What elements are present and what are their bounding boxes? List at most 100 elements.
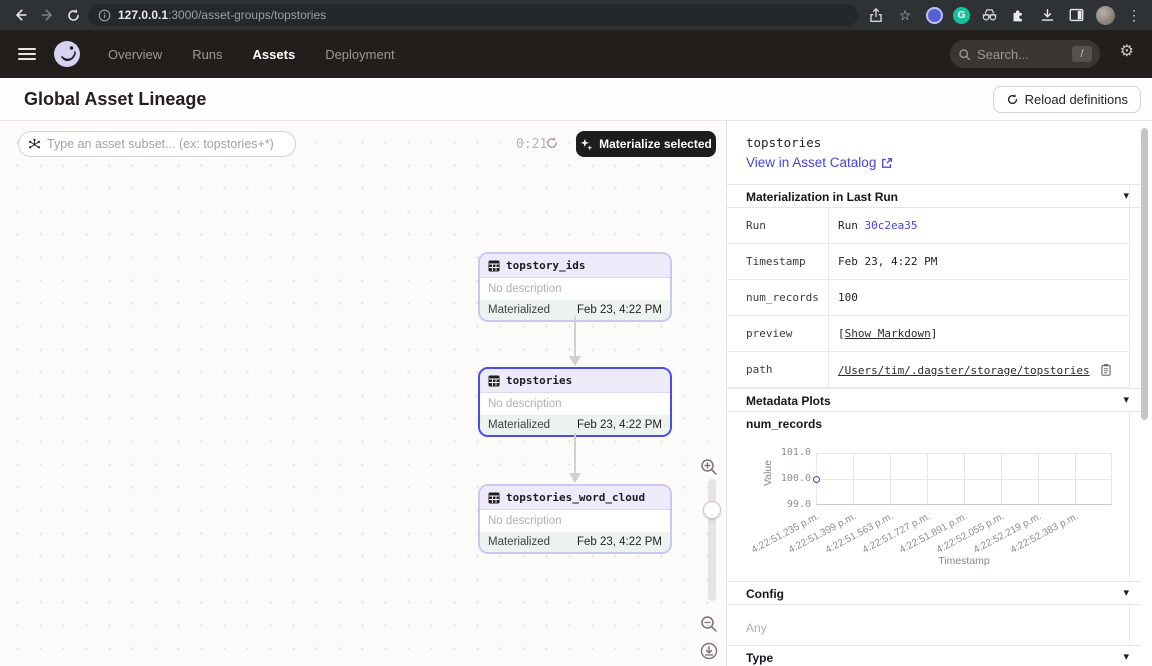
view-in-asset-catalog-link[interactable]: View in Asset Catalog <box>746 155 893 170</box>
address-bar[interactable]: 127.0.0.1:3000/asset-groups/topstories <box>88 4 858 26</box>
details-scrollbar[interactable] <box>1141 128 1148 420</box>
reload-icon <box>1006 93 1019 106</box>
chart-x-axis-label: Timestamp <box>816 555 1112 567</box>
browser-reload-icon[interactable] <box>60 2 86 28</box>
zoom-in-icon[interactable] <box>700 458 718 481</box>
asset-node-status: Materialized <box>488 304 550 316</box>
asset-filter-box[interactable] <box>18 131 296 157</box>
asset-node-description: No description <box>480 393 670 415</box>
plot-title: num_records <box>746 417 822 431</box>
nav-item-deployment[interactable]: Deployment <box>325 47 394 62</box>
nav-links: Overview Runs Assets Deployment <box>108 47 395 62</box>
table-icon <box>488 260 500 272</box>
edge-arrow <box>565 433 585 484</box>
url-text: 127.0.0.1:3000/asset-groups/topstories <box>118 8 326 22</box>
external-link-icon <box>881 157 893 169</box>
nav-item-runs[interactable]: Runs <box>192 47 222 62</box>
asset-node-status: Materialized <box>488 419 550 431</box>
metadata-row-timestamp: Timestamp Feb 23, 4:22 PM <box>727 244 1129 280</box>
copy-clipboard-icon[interactable] <box>1100 363 1112 376</box>
bookmark-star-icon[interactable]: ☆ <box>895 5 915 25</box>
show-markdown-link[interactable]: Show Markdown <box>845 327 931 340</box>
data-point[interactable] <box>813 476 820 483</box>
table-icon <box>488 375 500 387</box>
asset-node-topstories-word-cloud[interactable]: topstories_word_cloud No description Mat… <box>478 484 672 554</box>
asset-node-title: topstory_ids <box>506 259 585 272</box>
materialize-selected-button[interactable]: Materialize selected <box>576 131 716 157</box>
browser-menu-icon[interactable]: ⋮ <box>1124 5 1144 25</box>
browser-profile-avatar[interactable] <box>1095 5 1115 25</box>
site-info-icon[interactable] <box>98 9 111 22</box>
browser-chrome: 127.0.0.1:3000/asset-groups/topstories ☆… <box>0 0 1152 30</box>
nav-item-overview[interactable]: Overview <box>108 47 162 62</box>
asset-node-timestamp: Feb 23, 4:22 PM <box>577 304 662 316</box>
section-metadata-plots[interactable]: Metadata Plots ▾ <box>727 388 1141 412</box>
downloads-icon[interactable] <box>1037 5 1057 25</box>
browser-toolbar-icons: ☆ G ⋮ <box>866 0 1152 30</box>
share-icon[interactable] <box>866 5 886 25</box>
section-config[interactable]: Config ▾ <box>727 581 1141 605</box>
metadata-row-preview: preview [Show Markdown] <box>727 316 1129 352</box>
asset-node-topstories[interactable]: topstories No description Materialized Fe… <box>478 367 672 437</box>
table-icon <box>488 492 500 504</box>
x-tick: 4:22:52.383 p.m. <box>1009 511 1080 556</box>
y-tick: 99.0 <box>767 499 811 510</box>
asset-node-title: topstories_word_cloud <box>506 491 645 504</box>
extension-grammarly-icon[interactable]: G <box>953 7 970 24</box>
asset-graph-panel: 0:21 Materialize selected topstory_ids N… <box>0 121 726 666</box>
zoom-slider-handle[interactable] <box>703 501 721 519</box>
chart-plot-area <box>816 453 1112 505</box>
collapse-caret-icon[interactable]: ▾ <box>1123 393 1129 406</box>
browser-forward-icon[interactable] <box>34 2 60 28</box>
global-search[interactable]: Search... / <box>950 40 1100 68</box>
asset-node-title: topstories <box>506 374 572 387</box>
reload-definitions-button[interactable]: Reload definitions <box>993 86 1141 113</box>
selected-asset-name: topstories <box>746 135 821 150</box>
page-header: Global Asset Lineage Reload definitions <box>0 78 1152 121</box>
nav-item-assets[interactable]: Assets <box>253 47 296 62</box>
extension-incognito-icon[interactable] <box>979 5 999 25</box>
extension-1password-icon[interactable] <box>924 5 944 25</box>
zoom-out-icon[interactable] <box>700 615 718 638</box>
browser-back-icon[interactable] <box>8 2 34 28</box>
section-materialization[interactable]: Materialization in Last Run ▾ <box>727 184 1141 208</box>
asset-details-panel: topstories View in Asset Catalog Materia… <box>726 121 1152 666</box>
extensions-puzzle-icon[interactable] <box>1008 5 1028 25</box>
page-title: Global Asset Lineage <box>24 89 206 110</box>
metadata-row-run: Run Run 30c2ea35 <box>727 208 1129 244</box>
sidepanel-icon[interactable] <box>1066 5 1086 25</box>
graph-query-icon <box>28 138 41 151</box>
config-value: Any <box>746 621 767 635</box>
collapse-caret-icon[interactable]: ▾ <box>1123 586 1129 599</box>
asset-node-timestamp: Feb 23, 4:22 PM <box>577 536 662 548</box>
dagster-logo[interactable] <box>52 39 82 69</box>
collapse-caret-icon[interactable]: ▾ <box>1123 650 1129 663</box>
metadata-row-path: path /Users/tim/.dagster/storage/topstor… <box>727 352 1129 388</box>
search-placeholder: Search... <box>977 47 1072 62</box>
y-tick: 101.0 <box>767 447 811 458</box>
edge-arrow <box>565 316 585 367</box>
search-icon <box>958 48 971 61</box>
graph-refresh-icon[interactable] <box>545 136 559 155</box>
query-timer: 0:21 <box>516 137 547 152</box>
asset-node-status: Materialized <box>488 536 550 548</box>
materialize-selected-label: Materialize selected <box>599 137 712 151</box>
search-shortcut-badge: / <box>1072 46 1092 62</box>
run-id-link[interactable]: 30c2ea35 <box>865 219 918 232</box>
zoom-slider-track[interactable] <box>708 479 716 601</box>
zoom-to-fit-icon[interactable] <box>700 642 718 665</box>
y-tick: 100.0 <box>767 473 811 484</box>
asset-node-timestamp: Feb 23, 4:22 PM <box>577 419 662 431</box>
settings-gear-icon[interactable]: ⚙ <box>1120 44 1134 60</box>
asset-node-topstory-ids[interactable]: topstory_ids No description Materialized… <box>478 252 672 322</box>
hamburger-menu-icon[interactable] <box>18 45 36 63</box>
num-records-chart: Value 101.0 100.0 99.0 4:22:51.235 p.m. … <box>727 443 1152 575</box>
reload-definitions-label: Reload definitions <box>1025 92 1128 107</box>
app-navbar: Overview Runs Assets Deployment Search..… <box>0 30 1152 78</box>
sparkle-icon <box>580 138 593 151</box>
section-type[interactable]: Type ▾ <box>727 645 1141 666</box>
path-link[interactable]: /Users/tim/.dagster/storage/topstories <box>838 364 1090 377</box>
asset-subset-input[interactable] <box>47 137 286 151</box>
metadata-row-num-records: num_records 100 <box>727 280 1129 316</box>
table-column-divider <box>828 208 829 388</box>
